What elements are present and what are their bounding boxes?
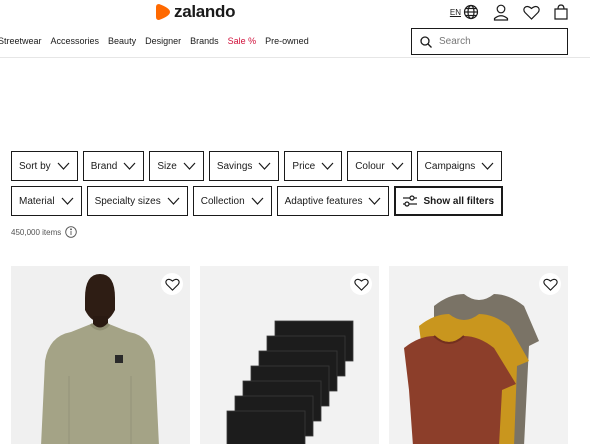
chevron-down-icon <box>123 162 136 170</box>
filter-label: Campaigns <box>424 160 476 172</box>
product-card[interactable] <box>200 266 379 444</box>
add-to-wishlist-button[interactable] <box>161 273 183 295</box>
chevron-down-icon <box>61 197 74 205</box>
chevron-down-icon <box>183 162 196 170</box>
filter-label: Specialty sizes <box>94 195 161 207</box>
chevron-down-icon <box>369 197 381 205</box>
filter-sliders-icon <box>403 195 418 207</box>
search-input[interactable] <box>439 36 549 47</box>
heart-icon <box>542 278 558 291</box>
chevron-down-icon <box>167 197 180 205</box>
language-selector[interactable]: EN <box>450 4 479 20</box>
chevron-down-icon <box>251 197 264 205</box>
filter-bar: Sort by Brand Size Savings Price Colour … <box>11 151 531 216</box>
filter-brand[interactable]: Brand <box>82 151 145 181</box>
user-icon[interactable] <box>493 4 509 21</box>
product-image <box>200 266 379 444</box>
show-all-filters-label: Show all filters <box>423 195 495 207</box>
search-icon <box>420 35 432 48</box>
filter-label: Brand <box>90 160 118 172</box>
filter-label: Adaptive features <box>284 195 363 207</box>
chevron-down-icon <box>321 162 334 170</box>
chevron-down-icon <box>481 162 494 170</box>
filter-specialty-sizes[interactable]: Specialty sizes <box>86 186 188 216</box>
info-icon[interactable] <box>65 226 78 238</box>
heart-icon <box>353 278 369 291</box>
globe-icon <box>463 4 479 20</box>
filter-adaptive-features[interactable]: Adaptive features <box>276 186 390 216</box>
nav-item-beauty[interactable]: Beauty <box>108 36 136 46</box>
results-count-text: 450,000 items <box>11 227 62 237</box>
show-all-filters-button[interactable]: Show all filters <box>394 186 504 216</box>
results-count: 450,000 items <box>11 226 78 238</box>
filter-colour[interactable]: Colour <box>347 151 412 181</box>
filter-label: Sort by <box>19 160 51 172</box>
nav-item-pre-owned[interactable]: Pre-owned <box>265 36 309 46</box>
filter-collection[interactable]: Collection <box>192 186 272 216</box>
filter-sort-by[interactable]: Sort by <box>11 151 78 181</box>
filter-label: Material <box>19 195 55 207</box>
filter-size[interactable]: Size <box>149 151 204 181</box>
chevron-down-icon <box>57 162 70 170</box>
add-to-wishlist-button[interactable] <box>350 273 372 295</box>
product-image <box>11 266 190 444</box>
product-image <box>389 266 568 444</box>
filter-label: Price <box>292 160 316 172</box>
filter-label: Savings <box>216 160 253 172</box>
filter-label: Size <box>157 160 177 172</box>
filter-label: Colour <box>355 160 385 172</box>
filter-label: Collection <box>200 195 245 207</box>
language-code: EN <box>449 7 461 17</box>
filter-material[interactable]: Material <box>11 186 82 216</box>
heart-icon[interactable] <box>523 5 540 20</box>
nav-item-designer[interactable]: Designer <box>145 36 181 46</box>
nav-item-accessories[interactable]: Accessories <box>51 36 100 46</box>
product-card[interactable] <box>389 266 568 444</box>
filter-savings[interactable]: Savings <box>208 151 280 181</box>
product-card[interactable] <box>11 266 190 444</box>
category-nav: Streetwear Accessories Beauty Designer B… <box>0 36 309 46</box>
heart-icon <box>164 278 180 291</box>
search-box[interactable] <box>411 28 568 55</box>
bag-icon[interactable] <box>554 4 568 20</box>
filter-campaigns[interactable]: Campaigns <box>416 151 503 181</box>
nav-item-sale[interactable]: Sale % <box>228 36 257 46</box>
brand-name: zalando <box>174 2 236 21</box>
zalando-logo[interactable]: zalando <box>156 2 235 22</box>
filter-price[interactable]: Price <box>284 151 343 181</box>
header-divider <box>0 57 590 58</box>
chevron-down-icon <box>391 162 404 170</box>
chevron-down-icon <box>258 162 271 170</box>
nav-item-streetwear[interactable]: Streetwear <box>0 36 42 46</box>
header-actions: EN <box>450 2 568 22</box>
zalando-logo-mark-icon <box>156 4 170 20</box>
add-to-wishlist-button[interactable] <box>539 273 561 295</box>
nav-item-brands[interactable]: Brands <box>190 36 219 46</box>
